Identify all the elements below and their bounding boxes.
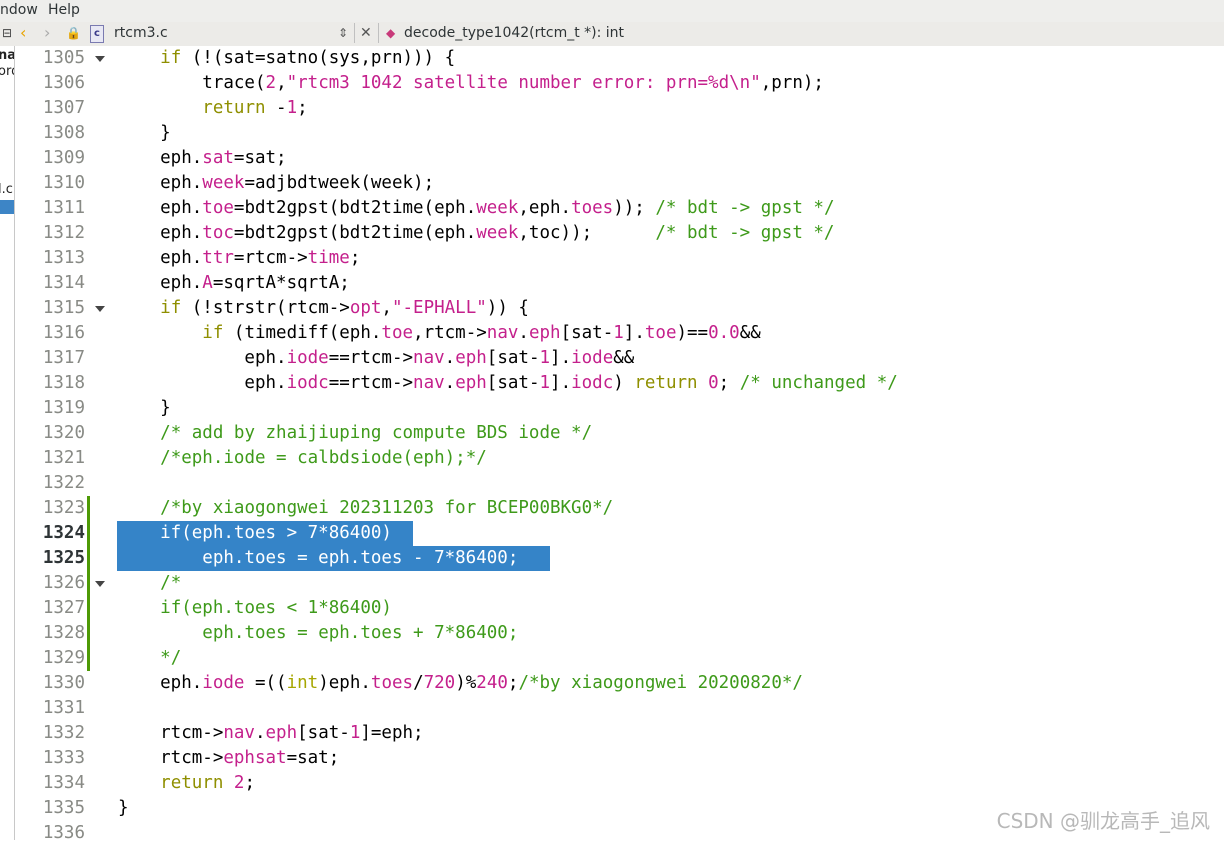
line-number: 1309 bbox=[42, 148, 85, 168]
code-line[interactable]: eph.ttr=rtcm->time; bbox=[118, 246, 360, 271]
line-number: 1306 bbox=[42, 73, 85, 93]
side-panel: na ord l.c bbox=[0, 46, 15, 840]
line-number: 1315 bbox=[42, 298, 85, 318]
code-line[interactable]: eph.iodc==rtcm->nav.eph[sat-1].iodc) ret… bbox=[118, 371, 897, 396]
c-file-icon: c bbox=[90, 25, 104, 43]
line-number: 1336 bbox=[42, 823, 85, 843]
function-symbol-icon: ◆ bbox=[386, 26, 396, 40]
code-line[interactable]: if(eph.toes > 7*86400) bbox=[118, 521, 392, 546]
code-line[interactable]: } bbox=[118, 121, 171, 146]
back-arrow-icon[interactable]: ‹ bbox=[20, 23, 26, 43]
code-line[interactable]: eph.A=sqrtA*sqrtA; bbox=[118, 271, 350, 296]
code-line[interactable]: eph.toes = eph.toes - 7*86400; bbox=[118, 546, 518, 571]
line-number: 1334 bbox=[42, 773, 85, 793]
line-number: 1326 bbox=[42, 573, 85, 593]
line-number: 1314 bbox=[42, 273, 85, 293]
code-line[interactable]: if (!strstr(rtcm->opt,"-EPHALL")) { bbox=[118, 296, 529, 321]
change-marker bbox=[87, 571, 90, 596]
side-fragment: na bbox=[0, 48, 14, 63]
code-line[interactable]: eph.toes = eph.toes + 7*86400; bbox=[118, 621, 518, 646]
change-marker bbox=[87, 646, 90, 671]
line-number: 1312 bbox=[42, 223, 85, 243]
code-line[interactable]: rtcm->nav.eph[sat-1]=eph; bbox=[118, 721, 423, 746]
menu-window[interactable]: ndow bbox=[0, 2, 38, 18]
forward-arrow-icon[interactable]: › bbox=[44, 23, 50, 43]
code-line[interactable]: rtcm->ephsat=sat; bbox=[118, 746, 339, 771]
change-marker bbox=[87, 621, 90, 646]
code-line[interactable]: eph.toe=bdt2gpst(bdt2time(eph.week,eph.t… bbox=[118, 196, 834, 221]
line-number: 1324 bbox=[42, 523, 85, 543]
code-line[interactable]: } bbox=[118, 396, 171, 421]
code-line[interactable]: eph.sat=sat; bbox=[118, 146, 286, 171]
line-number: 1327 bbox=[42, 598, 85, 618]
code-line[interactable]: } bbox=[118, 796, 129, 821]
line-number: 1323 bbox=[42, 498, 85, 518]
code-line[interactable]: eph.toc=bdt2gpst(bdt2time(eph.week,toc))… bbox=[118, 221, 834, 246]
code-line[interactable]: */ bbox=[118, 646, 181, 671]
code-line[interactable]: /*eph.iode = calbdsiode(eph);*/ bbox=[118, 446, 487, 471]
close-file-icon[interactable]: ✕ bbox=[360, 25, 372, 41]
line-number: 1317 bbox=[42, 348, 85, 368]
panel-toggle-icon[interactable]: ⊟ bbox=[2, 23, 12, 43]
code-line[interactable]: /* add by zhaijiuping compute BDS iode *… bbox=[118, 421, 592, 446]
lock-icon: 🔒 bbox=[66, 26, 81, 40]
fold-toggle-icon[interactable] bbox=[95, 581, 105, 587]
code-editor[interactable]: if (!(sat=satno(sys,prn))) { trace(2,"rt… bbox=[113, 46, 1224, 840]
current-function[interactable]: decode_type1042(rtcm_t *): int bbox=[404, 25, 624, 41]
line-number: 1332 bbox=[42, 723, 85, 743]
line-number: 1310 bbox=[42, 173, 85, 193]
change-marker bbox=[87, 521, 90, 546]
change-marker bbox=[87, 546, 90, 571]
open-file-name[interactable]: rtcm3.c bbox=[114, 25, 168, 41]
line-number: 1328 bbox=[42, 623, 85, 643]
change-marker bbox=[87, 496, 90, 521]
line-number: 1335 bbox=[42, 798, 85, 818]
code-line[interactable]: /*by xiaogongwei 202311203 for BCEP00BKG… bbox=[118, 496, 613, 521]
line-number-gutter: 1305 1306 1307 1308 1309 1310 1311 1312 1313 1314… bbox=[15, 46, 113, 843]
watermark: CSDN @驯龙高手_追风 bbox=[996, 809, 1210, 833]
file-bar: ⊟ ‹ › 🔒 c rtcm3.c ⇕ ✕ ◆ decode_type1042(… bbox=[0, 22, 1224, 47]
menu-help[interactable]: Help bbox=[48, 2, 80, 18]
line-number: 1311 bbox=[42, 198, 85, 218]
line-number: 1319 bbox=[42, 398, 85, 418]
line-number: 1307 bbox=[42, 98, 85, 118]
line-number: 1330 bbox=[42, 673, 85, 693]
change-marker bbox=[87, 596, 90, 621]
fold-toggle-icon[interactable] bbox=[95, 56, 105, 62]
code-line[interactable]: if(eph.toes < 1*86400) bbox=[118, 596, 392, 621]
line-number: 1308 bbox=[42, 123, 85, 143]
code-line[interactable]: eph.iode =((int)eph.toes/720)%240;/*by x… bbox=[118, 671, 803, 696]
line-number: 1305 bbox=[42, 48, 85, 68]
line-number: 1329 bbox=[42, 648, 85, 668]
code-line[interactable]: if (timediff(eph.toe,rtcm->nav.eph[sat-1… bbox=[118, 321, 760, 346]
line-number: 1320 bbox=[42, 423, 85, 443]
code-line[interactable]: eph.week=adjbdtweek(week); bbox=[118, 171, 434, 196]
line-number: 1313 bbox=[42, 248, 85, 268]
line-number: 1333 bbox=[42, 748, 85, 768]
menu-bar: ndow Help bbox=[0, 0, 1224, 23]
code-line[interactable]: trace(2,"rtcm3 1042 satellite number err… bbox=[118, 71, 824, 96]
code-line[interactable]: return 2; bbox=[118, 771, 255, 796]
side-fragment: ord bbox=[0, 64, 14, 79]
code-line[interactable]: if (!(sat=satno(sys,prn))) { bbox=[118, 46, 455, 71]
line-number: 1325 bbox=[42, 548, 85, 568]
line-number: 1331 bbox=[42, 698, 85, 718]
side-fragment: l.c bbox=[0, 182, 13, 197]
line-number: 1316 bbox=[42, 323, 85, 343]
line-number: 1321 bbox=[42, 448, 85, 468]
code-line[interactable]: return -1; bbox=[118, 96, 307, 121]
code-line[interactable]: /* bbox=[118, 571, 181, 596]
file-switcher-icon[interactable]: ⇕ bbox=[338, 26, 348, 40]
line-number: 1322 bbox=[42, 473, 85, 493]
code-line[interactable]: eph.iode==rtcm->nav.eph[sat-1].iode&& bbox=[118, 346, 634, 371]
side-selected-item[interactable] bbox=[0, 200, 14, 214]
fold-toggle-icon[interactable] bbox=[95, 306, 105, 312]
line-number: 1318 bbox=[42, 373, 85, 393]
